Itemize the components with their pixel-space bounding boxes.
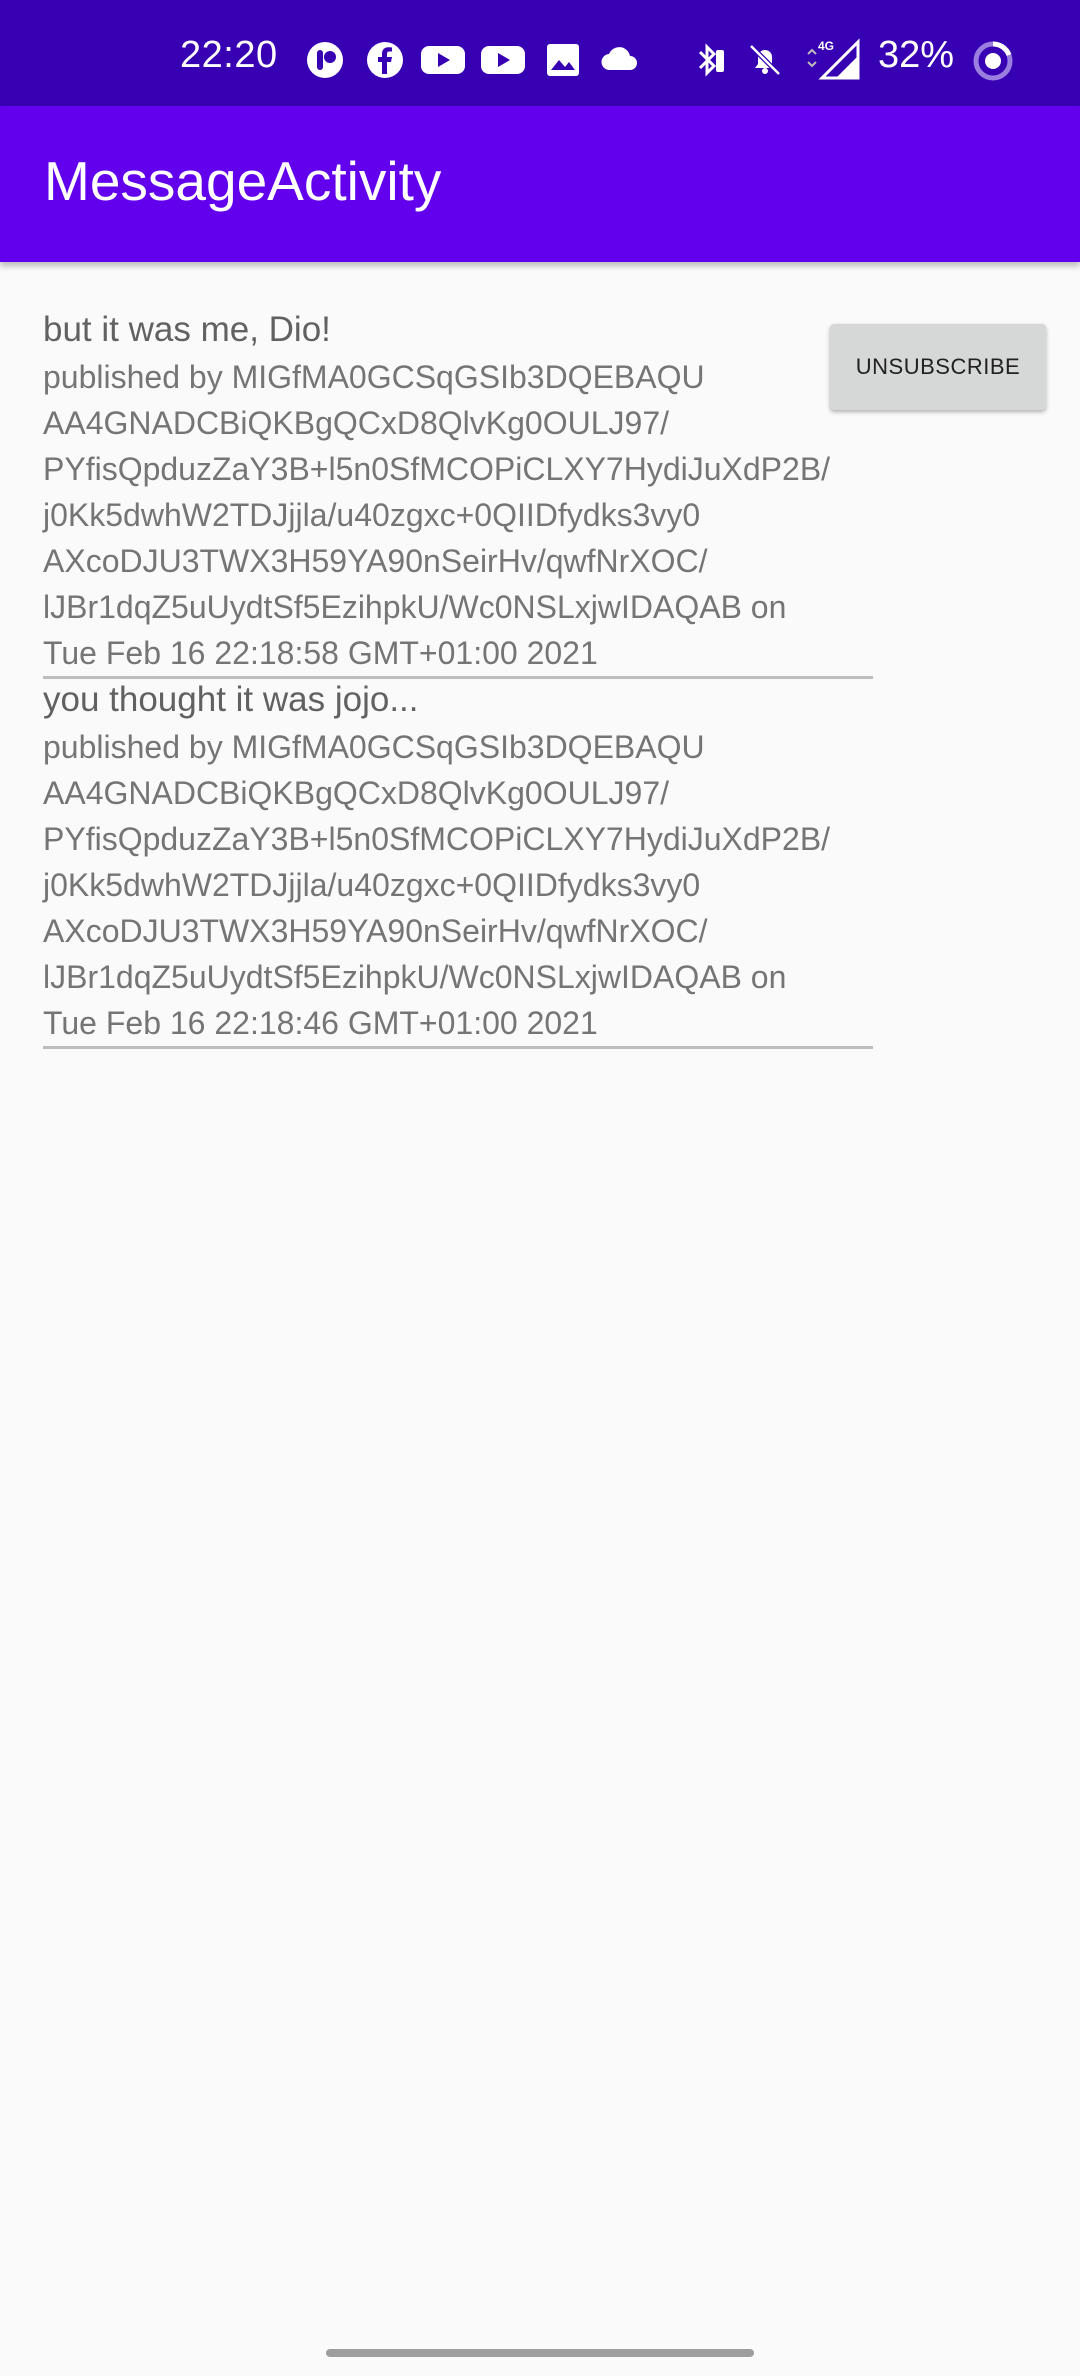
network-type: 4G bbox=[818, 39, 834, 53]
youtube-icon bbox=[480, 40, 526, 85]
message-title: but it was me, Dio! bbox=[43, 310, 331, 349]
list-item[interactable]: you thought it was jojo... published by … bbox=[43, 680, 873, 1049]
cloud-icon bbox=[598, 40, 642, 85]
message-title: you thought it was jojo... bbox=[43, 680, 419, 719]
status-bar: 22:20 4G 32% bbox=[0, 0, 1080, 106]
signal-icon: 4G bbox=[800, 36, 862, 85]
message-meta: published by MIGfMA0GCSqGSIb3DQEBAQU AA4… bbox=[43, 729, 831, 1041]
youtube-icon bbox=[420, 40, 466, 85]
status-time: 22:20 bbox=[180, 34, 278, 76]
battery-icon bbox=[972, 40, 1014, 87]
bluetooth-icon bbox=[688, 40, 728, 85]
facebook-icon bbox=[365, 40, 405, 85]
unsubscribe-button[interactable]: UNSUBSCRIBE bbox=[830, 324, 1046, 410]
navigation-handle[interactable] bbox=[326, 2349, 754, 2357]
battery-percentage: 32% bbox=[878, 34, 955, 76]
mute-icon bbox=[745, 40, 785, 85]
page-title: MessageActivity bbox=[44, 150, 442, 212]
gallery-icon bbox=[543, 40, 583, 85]
message-meta: published by MIGfMA0GCSqGSIb3DQEBAQU AA4… bbox=[43, 359, 831, 671]
app-icon bbox=[305, 40, 345, 85]
app-bar: MessageActivity bbox=[0, 106, 1080, 262]
list-item[interactable]: but it was me, Dio! published by MIGfMA0… bbox=[43, 310, 873, 679]
